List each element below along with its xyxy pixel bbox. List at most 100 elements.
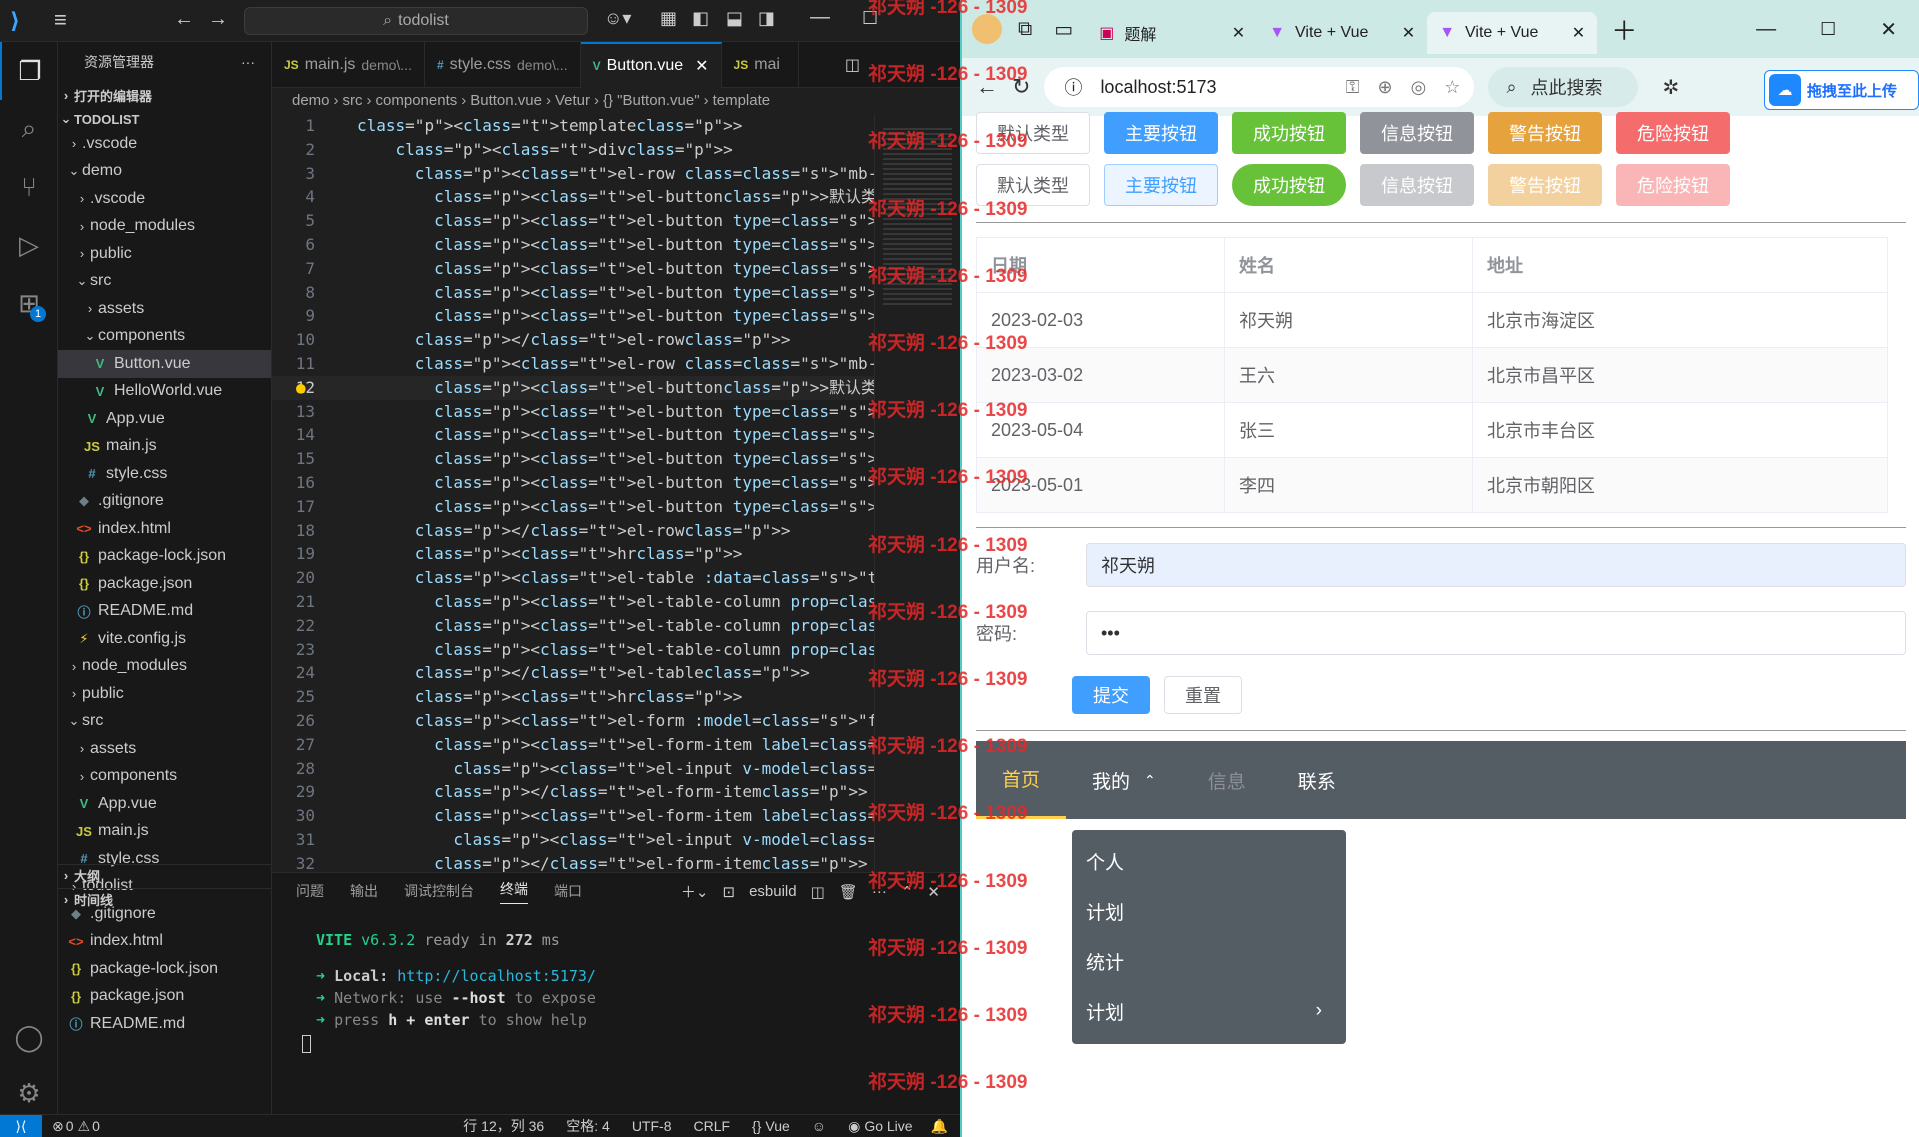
reset-button[interactable]: 重置 xyxy=(1164,676,1242,714)
tree-item[interactable]: {} package-lock.json xyxy=(58,543,271,571)
split-editor-icon[interactable]: ◫ xyxy=(845,55,860,75)
warning-count[interactable]: 0 xyxy=(92,1118,100,1134)
workspace-section[interactable]: ⌄ TODOLIST xyxy=(58,108,271,130)
breadcrumb-item[interactable]: Vetur xyxy=(555,92,590,109)
breadcrumb-item[interactable]: template xyxy=(713,92,771,109)
tree-item[interactable]: ⌄ src xyxy=(58,708,271,736)
code-line[interactable]: 15 class="p">< class ="t">el-button type = c… xyxy=(272,447,960,471)
command-center-search[interactable]: ⌕ todolist xyxy=(244,7,588,35)
warning-button[interactable]: 警告按钮 xyxy=(1488,112,1602,154)
tree-item[interactable]: › components xyxy=(58,763,271,791)
maximize-icon[interactable]: ☐ xyxy=(862,8,878,29)
trash-icon[interactable]: 🗑 xyxy=(839,883,858,901)
encoding[interactable]: UTF-8 xyxy=(632,1118,672,1134)
tree-item[interactable]: V Button.vue xyxy=(58,350,271,378)
code-line[interactable]: 11 class="p">< class ="t">el-row class = cla… xyxy=(272,352,960,376)
indentation[interactable]: 空格: 4 xyxy=(566,1116,610,1136)
dropdown-item[interactable]: 计划 › xyxy=(1072,986,1346,1036)
add-terminal-icon[interactable]: ＋⌄ xyxy=(681,881,709,902)
explorer-icon[interactable]: ❐ xyxy=(0,42,58,100)
back-icon[interactable]: ← xyxy=(976,74,998,100)
code-line[interactable]: 23 class="p">< class ="t">el-table-column … xyxy=(272,638,960,662)
code-line[interactable]: 24 class="p"></class ="t">el-table class ="… xyxy=(272,661,960,685)
info-icon[interactable]: ⓘ xyxy=(1064,74,1082,100)
table-row[interactable]: 2023-03-02 王六 北京市昌平区 xyxy=(976,347,1888,403)
browser-close-icon[interactable]: ✕ xyxy=(1880,17,1897,42)
code-line[interactable]: 1 class="p">< class ="t">template class ="p">… xyxy=(272,114,960,138)
toggle-secondary-icon[interactable]: ◨ xyxy=(758,8,775,29)
panel-tab[interactable]: 终端 xyxy=(500,879,528,904)
code-line[interactable]: 30 class="p">< class ="t">el-form-item lab… xyxy=(272,804,960,828)
close-tab-icon[interactable]: ✕ xyxy=(1232,23,1245,43)
tree-item[interactable]: {} package-lock.json xyxy=(58,955,271,983)
layout-icon[interactable]: ▦ xyxy=(660,8,677,29)
panel-tab[interactable]: 端口 xyxy=(554,881,582,901)
code-line[interactable]: 6 class="p">< class ="t">el-button type = cl… xyxy=(272,233,960,257)
menu-item[interactable]: 我的 ⌃ xyxy=(1066,741,1182,819)
code-line[interactable]: 28 class="p">< class ="t">el-input v-model… xyxy=(272,757,960,781)
search-view-icon[interactable]: ⌕ xyxy=(0,100,58,158)
error-count[interactable]: 0 xyxy=(66,1118,74,1134)
code-line[interactable]: 10 class="p"></class ="t">el-row class ="p"… xyxy=(272,328,960,352)
code-line[interactable]: 4 class="p">< class ="t">el-button class ="p… xyxy=(272,185,960,209)
column-header[interactable]: 日期 xyxy=(976,237,1225,293)
warning-icon[interactable]: ⚠ xyxy=(78,1118,91,1135)
code-line[interactable]: 2 class="p">< class ="t">div class ="p">> xyxy=(272,138,960,162)
go-live-button[interactable]: Go Live xyxy=(864,1118,912,1134)
terminal-output[interactable]: VITE v6.3.2 ready in 272 ms ➜ Local: htt… xyxy=(272,909,960,1053)
tree-item[interactable]: › assets xyxy=(58,735,271,763)
code-line[interactable]: 12 class="p">< class ="t">el-button class ="… xyxy=(272,375,960,400)
toggle-panel-icon[interactable]: ⬓ xyxy=(726,8,743,29)
tree-item[interactable]: › node_modules xyxy=(58,213,271,241)
dropdown-item[interactable]: 个人 xyxy=(1072,836,1346,886)
tree-item[interactable]: {} package.json xyxy=(58,983,271,1011)
tree-item[interactable]: V App.vue xyxy=(58,790,271,818)
code-line[interactable]: 25 class="p">< class ="t">hr class ="p">> xyxy=(272,685,960,709)
close-tab-icon[interactable]: ✕ xyxy=(1572,23,1585,43)
tree-item[interactable]: › node_modules xyxy=(58,653,271,681)
url-text[interactable]: localhost:5173 xyxy=(1100,77,1327,98)
address-bar[interactable]: ⓘ localhost:5173 ⚿ ⊕ ◎ ☆ xyxy=(1044,67,1475,107)
breadcrumb-item[interactable]: src xyxy=(343,92,363,109)
run-debug-icon[interactable]: ▷ xyxy=(0,216,58,274)
tree-item[interactable]: JS main.js xyxy=(58,433,271,461)
editor-tab[interactable]: V Button.vue ✕ xyxy=(580,42,722,88)
info-button[interactable]: 信息按钮 xyxy=(1360,112,1474,154)
code-line[interactable]: 16 class="p">< class ="t">el-button type = c… xyxy=(272,471,960,495)
zoom-icon[interactable]: ⊕ xyxy=(1377,77,1392,98)
eol[interactable]: CRLF xyxy=(693,1118,730,1134)
cursor-position[interactable]: 行 12，列 36 xyxy=(463,1116,544,1136)
terminal-task-name[interactable]: esbuild xyxy=(749,883,797,900)
error-icon[interactable]: ⊗ xyxy=(52,1118,64,1135)
browser-profile-icon[interactable] xyxy=(972,14,1002,44)
code-line[interactable]: 31 class="p">< class ="t">el-input v-model… xyxy=(272,828,960,852)
remote-icon[interactable]: ⟩⟨ xyxy=(0,1114,42,1137)
table-row[interactable]: 2023-05-01 李四 北京市朝阳区 xyxy=(976,457,1888,513)
default-button[interactable]: 默认类型 xyxy=(976,164,1090,206)
account-icon[interactable]: ◯ xyxy=(0,1008,58,1066)
code-line[interactable]: 29 class="p"></class ="t">el-form-item cla… xyxy=(272,780,960,804)
more-actions-icon[interactable]: ··· xyxy=(241,54,255,70)
code-line[interactable]: 26 class="p">< class ="t">el-form :model = c… xyxy=(272,709,960,733)
menu-item[interactable]: 首页 xyxy=(976,741,1067,819)
tree-item[interactable]: V HelloWorld.vue xyxy=(58,378,271,406)
browser-maximize-icon[interactable]: ☐ xyxy=(1820,19,1836,40)
edge-icon[interactable]: ◎ xyxy=(1411,77,1427,98)
code-line[interactable]: 8 class="p">< class ="t">el-button type = cl… xyxy=(272,281,960,305)
browser-minimize-icon[interactable]: — xyxy=(1756,18,1776,41)
outline-section[interactable]: › 大纲 xyxy=(58,864,272,886)
editor-tab[interactable]: JS main.js demo\... xyxy=(272,42,425,88)
code-line[interactable]: 21 class="p">< class ="t">el-table-column … xyxy=(272,590,960,614)
table-row[interactable]: 2023-02-03 祁天朔 北京市海淀区 xyxy=(976,292,1888,348)
tree-item[interactable]: ⌄ demo xyxy=(58,158,271,186)
forward-arrow-icon[interactable]: → xyxy=(208,8,228,31)
dropdown-item[interactable]: 计划 xyxy=(1072,886,1346,936)
code-line[interactable]: 14 class="p">< class ="t">el-button type = c… xyxy=(272,423,960,447)
chevron-up-icon[interactable]: ⌃ xyxy=(901,883,914,901)
menu-item[interactable]: 联系 xyxy=(1272,741,1362,819)
tree-item[interactable]: # style.css xyxy=(58,460,271,488)
table-row[interactable]: 2023-05-04 张三 北京市丰台区 xyxy=(976,402,1888,458)
code-line[interactable]: 18 class="p"></class ="t">el-row class ="p"… xyxy=(272,519,960,543)
code-line[interactable]: 5 class="p">< class ="t">el-button type = cl… xyxy=(272,209,960,233)
breadcrumb-item[interactable]: {} "Button.vue" xyxy=(603,92,700,109)
